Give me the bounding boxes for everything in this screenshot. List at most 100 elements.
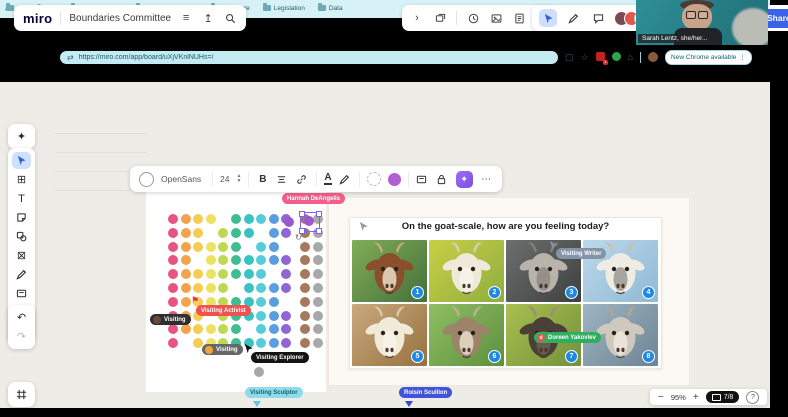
chevron-right-icon[interactable]: › (410, 11, 424, 25)
upload-tool[interactable]: ⊠ (12, 247, 31, 264)
grid-dot[interactable] (181, 283, 191, 293)
grid-dot[interactable] (313, 338, 323, 348)
grid-dot[interactable] (269, 228, 279, 238)
link-button[interactable] (296, 174, 309, 185)
card-tool[interactable] (12, 285, 31, 302)
goat-image[interactable]: 6 (429, 304, 504, 366)
extension-icon-red[interactable]: 1 (596, 52, 605, 63)
board-title[interactable]: Boundaries Committee (69, 13, 171, 24)
notes-icon[interactable] (512, 11, 526, 25)
image-icon[interactable] (489, 11, 503, 25)
grid-dot[interactable] (181, 242, 191, 252)
bookmark-star-icon[interactable]: ☆ (581, 52, 589, 63)
grid-dot[interactable] (181, 297, 191, 307)
bookmark-folder[interactable]: Legislation (263, 5, 305, 12)
grid-dot[interactable] (168, 311, 178, 321)
grid-dot[interactable] (300, 311, 310, 321)
grid-dot[interactable] (244, 311, 254, 321)
grid-dot[interactable] (206, 269, 216, 279)
undo-button[interactable]: ↶ (12, 309, 31, 326)
grid-dot[interactable] (168, 214, 178, 224)
font-size-stepper[interactable]: ▲▼ (236, 174, 241, 184)
bookmark-folder[interactable]: Data (318, 5, 343, 12)
fill-color-button[interactable] (388, 173, 401, 186)
shape-style-icon[interactable] (139, 172, 154, 187)
zoom-level[interactable]: 95% (671, 393, 686, 402)
ai-sparkle-button[interactable]: ✦ (456, 171, 473, 188)
grid-dot[interactable] (168, 297, 178, 307)
grid-dot[interactable] (231, 228, 241, 238)
grid-dot[interactable] (231, 214, 241, 224)
grid-dot[interactable] (300, 242, 310, 252)
grid-dot[interactable] (244, 338, 254, 348)
grid-dot[interactable] (231, 311, 241, 321)
grid-dot[interactable] (193, 311, 203, 321)
grid-dot[interactable] (269, 338, 279, 348)
frame-counter-pill[interactable]: 7/8 (706, 391, 740, 403)
frames-panel-button[interactable] (12, 386, 31, 403)
selection-handle[interactable] (299, 211, 305, 217)
grid-dot[interactable] (231, 242, 241, 252)
search-icon[interactable] (223, 11, 237, 25)
grid-dot[interactable] (313, 324, 323, 334)
frames-icon[interactable] (433, 11, 447, 25)
grid-dot[interactable] (313, 297, 323, 307)
ai-assist-tool[interactable]: ✦ (12, 128, 31, 145)
selected-dot[interactable] (304, 216, 314, 226)
grid-dot[interactable] (181, 228, 191, 238)
grid-dot[interactable] (269, 311, 279, 321)
grid-dot[interactable] (181, 255, 191, 265)
save-page-icon[interactable]: ▢ (565, 52, 574, 63)
grid-dot[interactable] (300, 283, 310, 293)
grid-dot[interactable] (206, 338, 216, 348)
loose-dot[interactable] (254, 367, 264, 377)
redo-button[interactable]: ↷ (12, 328, 31, 345)
border-color-button[interactable] (367, 172, 381, 186)
select-tool[interactable] (12, 152, 31, 169)
templates-tool[interactable]: ⊞ (12, 171, 31, 188)
grid-dot[interactable] (206, 297, 216, 307)
extensions-puzzle-icon[interactable]: ⌂ (628, 52, 633, 62)
grid-dot[interactable] (193, 242, 203, 252)
board-menu-icon[interactable]: ≡ (179, 11, 193, 25)
grid-dot[interactable] (231, 297, 241, 307)
site-settings-icon[interactable]: ⇄ (67, 53, 74, 62)
frame-style-button[interactable] (416, 174, 429, 185)
cursor-mode-button[interactable] (539, 9, 557, 27)
loose-dot[interactable] (284, 217, 294, 227)
highlight-pen-button[interactable] (339, 174, 352, 185)
timer-icon[interactable] (466, 11, 480, 25)
grid-dot[interactable] (244, 297, 254, 307)
lock-button[interactable] (436, 174, 449, 185)
align-button[interactable] (276, 174, 289, 185)
font-size-value[interactable]: 24 (220, 174, 229, 184)
new-chrome-button[interactable]: New Chrome available ⋮ (665, 50, 752, 65)
goat-image[interactable]: 3 (506, 240, 581, 302)
zoom-in-button[interactable]: + (693, 392, 699, 403)
shapes-tool[interactable] (12, 228, 31, 245)
grid-dot[interactable] (313, 255, 323, 265)
grid-dot[interactable] (256, 311, 266, 321)
export-icon[interactable]: ↥ (201, 11, 215, 25)
grid-dot[interactable] (256, 242, 266, 252)
pen-tool[interactable] (12, 266, 31, 283)
grid-dot[interactable] (269, 214, 279, 224)
selection-handle[interactable] (316, 228, 322, 234)
sticky-note-tool[interactable] (12, 209, 31, 226)
goat-image[interactable]: 7 (506, 304, 581, 366)
grid-dot[interactable] (256, 297, 266, 307)
miro-logo[interactable]: miro (23, 11, 52, 26)
grid-dot[interactable] (168, 228, 178, 238)
grid-dot[interactable] (168, 242, 178, 252)
help-button[interactable]: ? (746, 391, 759, 404)
grid-dot[interactable] (206, 214, 216, 224)
grid-dot[interactable] (313, 283, 323, 293)
grid-dot[interactable] (244, 214, 254, 224)
grid-dot[interactable] (269, 297, 279, 307)
goat-image[interactable]: 1 (352, 240, 427, 302)
grid-dot[interactable] (193, 297, 203, 307)
grid-dot[interactable] (244, 255, 254, 265)
more-options-icon[interactable]: ⋯ (480, 174, 493, 185)
grid-dot[interactable] (300, 297, 310, 307)
grid-dot[interactable] (244, 228, 254, 238)
